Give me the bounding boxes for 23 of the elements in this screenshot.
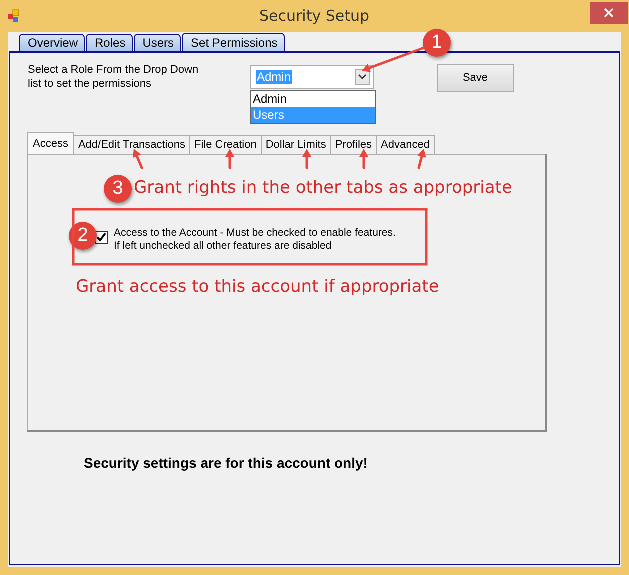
- app-icon: [7, 9, 21, 23]
- annotation-text: Grant rights in the other tabs as appropriate: [134, 178, 512, 198]
- tab[interactable]: Users: [134, 34, 182, 51]
- tab[interactable]: Set Permissions: [182, 33, 285, 51]
- tab[interactable]: Advanced: [376, 135, 435, 154]
- tab[interactable]: Overview: [19, 34, 86, 51]
- window-title: Security Setup: [259, 7, 370, 25]
- checkbox-label: Access to the Account - Must be checked to enable features. If left unchecked all other features are disabled: [114, 227, 397, 253]
- arrow: [226, 149, 234, 170]
- dropdown-option[interactable]: Admin: [251, 91, 375, 107]
- tab[interactable]: Access: [27, 132, 74, 154]
- save-button[interactable]: Save: [437, 64, 514, 92]
- close-button[interactable]: [590, 2, 628, 24]
- tab[interactable]: Roles: [86, 34, 133, 51]
- instruction-text: Select a Role From the Drop Down list to set the permissions: [28, 63, 200, 91]
- arrow: [132, 149, 144, 170]
- arrow: [362, 46, 426, 72]
- warning-text: Security settings are for this account only!: [84, 455, 369, 471]
- close-icon: [604, 8, 614, 18]
- arrow: [302, 149, 312, 170]
- arrow: [360, 149, 368, 170]
- annotation-text: Grant access to this account if appropriate: [76, 277, 440, 297]
- arrow: [418, 149, 426, 170]
